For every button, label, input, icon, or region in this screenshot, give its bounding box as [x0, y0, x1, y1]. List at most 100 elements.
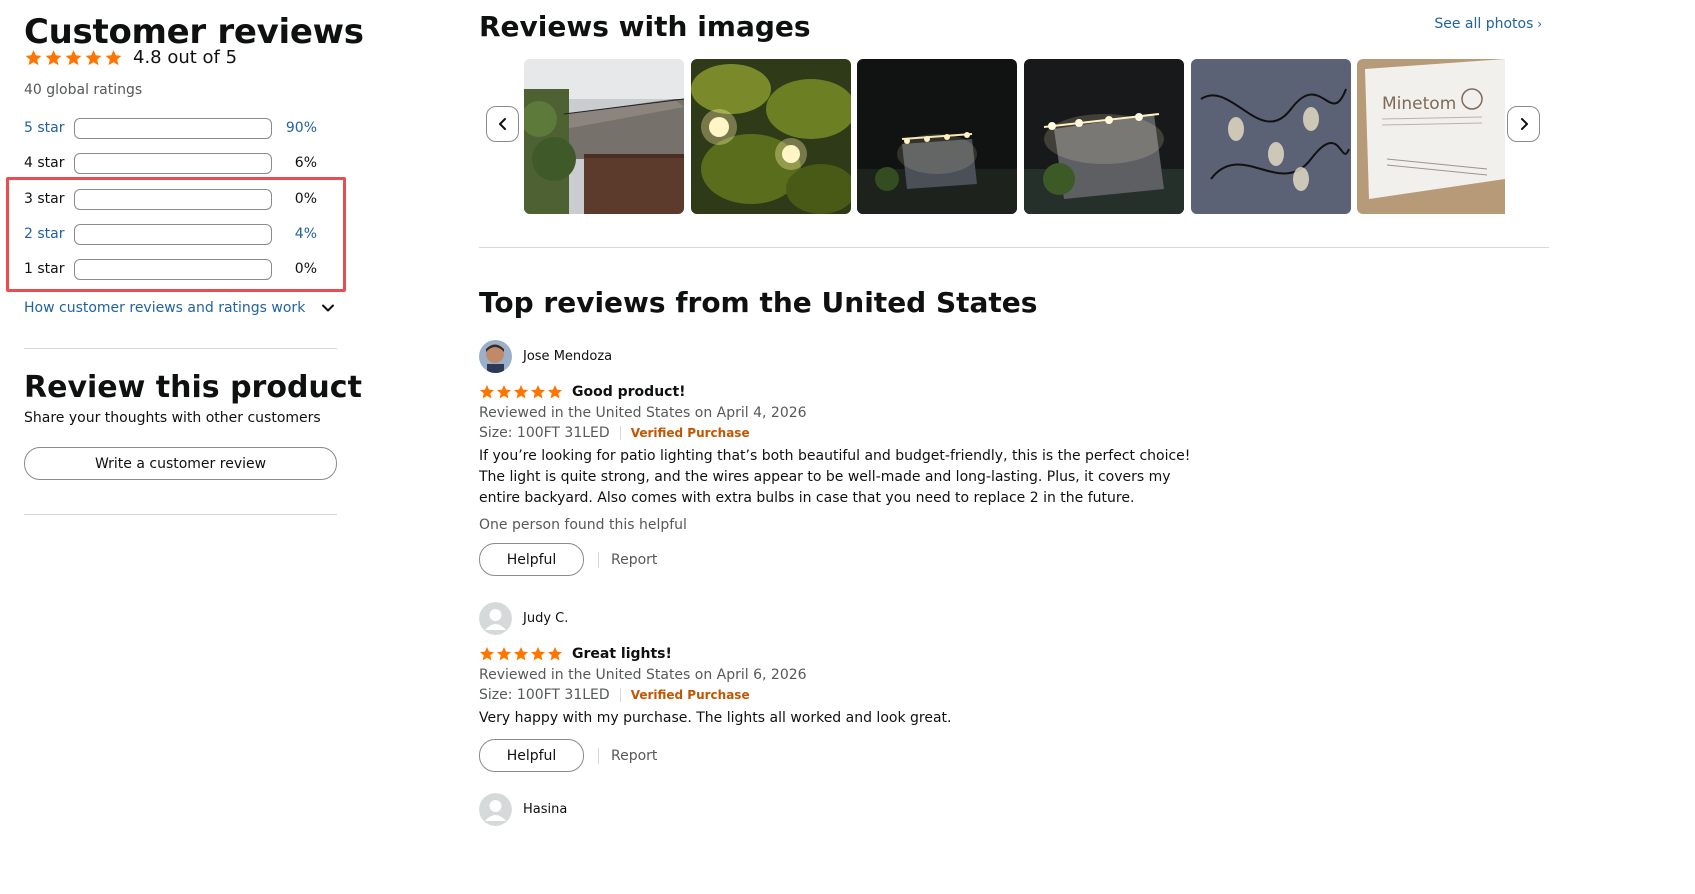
divider: [24, 348, 337, 349]
star-icon: [514, 647, 528, 661]
star-icon: [480, 385, 494, 399]
review-size: Size: 100FT 31LED: [479, 687, 610, 703]
divider: [598, 747, 599, 764]
star-icon: [105, 49, 122, 65]
star-icon: [514, 385, 528, 399]
avatar[interactable]: [479, 793, 512, 826]
star-icon: [497, 647, 511, 661]
carousel-prev-button[interactable]: [486, 106, 519, 142]
review-image-thumbnail[interactable]: [1191, 59, 1351, 214]
reviewer-profile[interactable]: Judy C.: [479, 602, 1199, 635]
chevron-left-icon: [498, 118, 506, 130]
top-reviews-title: Top reviews from the United States: [479, 286, 1038, 319]
review-title[interactable]: Good product!: [572, 384, 686, 400]
average-stars: [24, 49, 123, 67]
how-reviews-work-label[interactable]: How customer reviews and ratings work: [24, 300, 305, 316]
review-image-thumbnail[interactable]: [857, 59, 1017, 214]
review-variant-row: Size: 100FT 31LED Verified Purchase: [479, 425, 1199, 441]
review-stars[interactable]: [479, 384, 563, 400]
review-title[interactable]: Great lights!: [572, 646, 672, 662]
reviewer-name[interactable]: Jose Mendoza: [523, 349, 612, 364]
helpful-button[interactable]: Helpful: [479, 739, 584, 772]
global-ratings-count: 40 global ratings: [24, 82, 143, 98]
star-icon: [497, 385, 511, 399]
see-all-photos-label[interactable]: See all photos: [1434, 16, 1533, 32]
review-title-row: Good product!: [479, 384, 1199, 400]
roof-photo: [524, 59, 684, 214]
review-item: Jose Mendoza Good product! Reviewed in t…: [479, 340, 1199, 576]
default-avatar-icon: [479, 602, 512, 635]
histogram-percent: 6%: [294, 155, 317, 171]
review-this-product-title: Review this product: [24, 370, 362, 405]
histogram-row-5-star[interactable]: 5 star 90%: [24, 117, 324, 139]
chevron-down-icon[interactable]: [321, 301, 335, 315]
reviewer-name[interactable]: Judy C.: [523, 611, 568, 626]
highlight-annotation-box: [6, 177, 346, 292]
reviewer-name[interactable]: Hasina: [523, 802, 567, 817]
average-rating-row: 4.8 out of 5: [24, 47, 237, 68]
chevron-right-icon[interactable]: ›: [1533, 17, 1542, 31]
avatar[interactable]: [479, 602, 512, 635]
review-item: Judy C. Great lights! Reviewed in the Un…: [479, 602, 1199, 772]
reviewer-profile[interactable]: Hasina: [479, 793, 1199, 826]
review-variant-row: Size: 100FT 31LED Verified Purchase: [479, 687, 1199, 703]
star-icon: [85, 49, 102, 65]
star-icon: [548, 647, 562, 661]
divider: [479, 247, 1549, 248]
review-title-row: Great lights!: [479, 646, 1199, 662]
how-reviews-work-link[interactable]: How customer reviews and ratings work: [24, 300, 335, 316]
review-images-carousel: Minetom: [479, 59, 1549, 215]
star-icon: [480, 647, 494, 661]
avatar[interactable]: [479, 340, 512, 373]
review-body: Very happy with my purchase. The lights …: [479, 710, 952, 726]
verified-purchase-badge: Verified Purchase: [630, 688, 750, 702]
review-image-thumbnail[interactable]: [524, 59, 684, 214]
review-image-thumbnail[interactable]: [1024, 59, 1184, 214]
star-icon: [548, 385, 562, 399]
review-date: Reviewed in the United States on April 4…: [479, 405, 807, 421]
review-actions: Helpful Report: [479, 739, 1199, 772]
histogram-label: 4 star: [24, 155, 65, 171]
review-date: Reviewed in the United States on April 6…: [479, 667, 807, 683]
histogram-bar[interactable]: [74, 117, 272, 139]
customer-reviews-title: Customer reviews: [24, 12, 364, 52]
divider: [619, 426, 621, 440]
histogram-label[interactable]: 5 star: [24, 120, 74, 136]
average-rating-text: 4.8 out of 5: [133, 47, 238, 68]
review-item: Hasina: [479, 793, 1199, 826]
helpful-button[interactable]: Helpful: [479, 543, 584, 576]
report-link[interactable]: Report: [611, 748, 657, 764]
see-all-photos-link[interactable]: See all photos ›: [1434, 16, 1542, 32]
divider: [619, 688, 621, 702]
review-image-thumbnail[interactable]: [691, 59, 851, 214]
night-patio-photo: [1024, 59, 1184, 214]
reviews-with-images-title: Reviews with images: [479, 10, 811, 43]
write-review-button[interactable]: Write a customer review: [24, 447, 337, 480]
divider: [24, 514, 337, 515]
default-avatar-icon: [479, 793, 512, 826]
svg-text:Minetom: Minetom: [1382, 94, 1456, 114]
review-actions: Helpful Report: [479, 543, 1199, 576]
star-icon: [45, 49, 62, 65]
review-stars[interactable]: [479, 646, 563, 662]
reviewer-profile[interactable]: Jose Mendoza: [479, 340, 1199, 373]
review-body: If you’re looking for patio lighting tha…: [479, 448, 1191, 506]
bulbs-on-floor-photo: [1191, 59, 1351, 214]
helpful-count-text: One person found this helpful: [479, 517, 687, 533]
star-icon: [531, 385, 545, 399]
review-this-product-subtitle: Share your thoughts with other customers: [24, 410, 321, 426]
histogram-row-4-star: 4 star 6%: [24, 152, 324, 174]
profile-photo: [479, 340, 512, 373]
verified-purchase-badge: Verified Purchase: [630, 426, 750, 440]
night-pergola-photo: [857, 59, 1017, 214]
histogram-bar: [74, 152, 272, 174]
star-icon: [25, 49, 42, 65]
report-link[interactable]: Report: [611, 552, 657, 568]
chevron-right-icon: [1520, 118, 1528, 130]
divider: [598, 551, 599, 568]
star-icon: [531, 647, 545, 661]
carousel-next-button[interactable]: [1507, 106, 1540, 142]
histogram-percent[interactable]: 90%: [272, 120, 317, 136]
review-image-thumbnail[interactable]: Minetom: [1357, 59, 1505, 214]
product-box-photo: Minetom: [1357, 59, 1505, 214]
